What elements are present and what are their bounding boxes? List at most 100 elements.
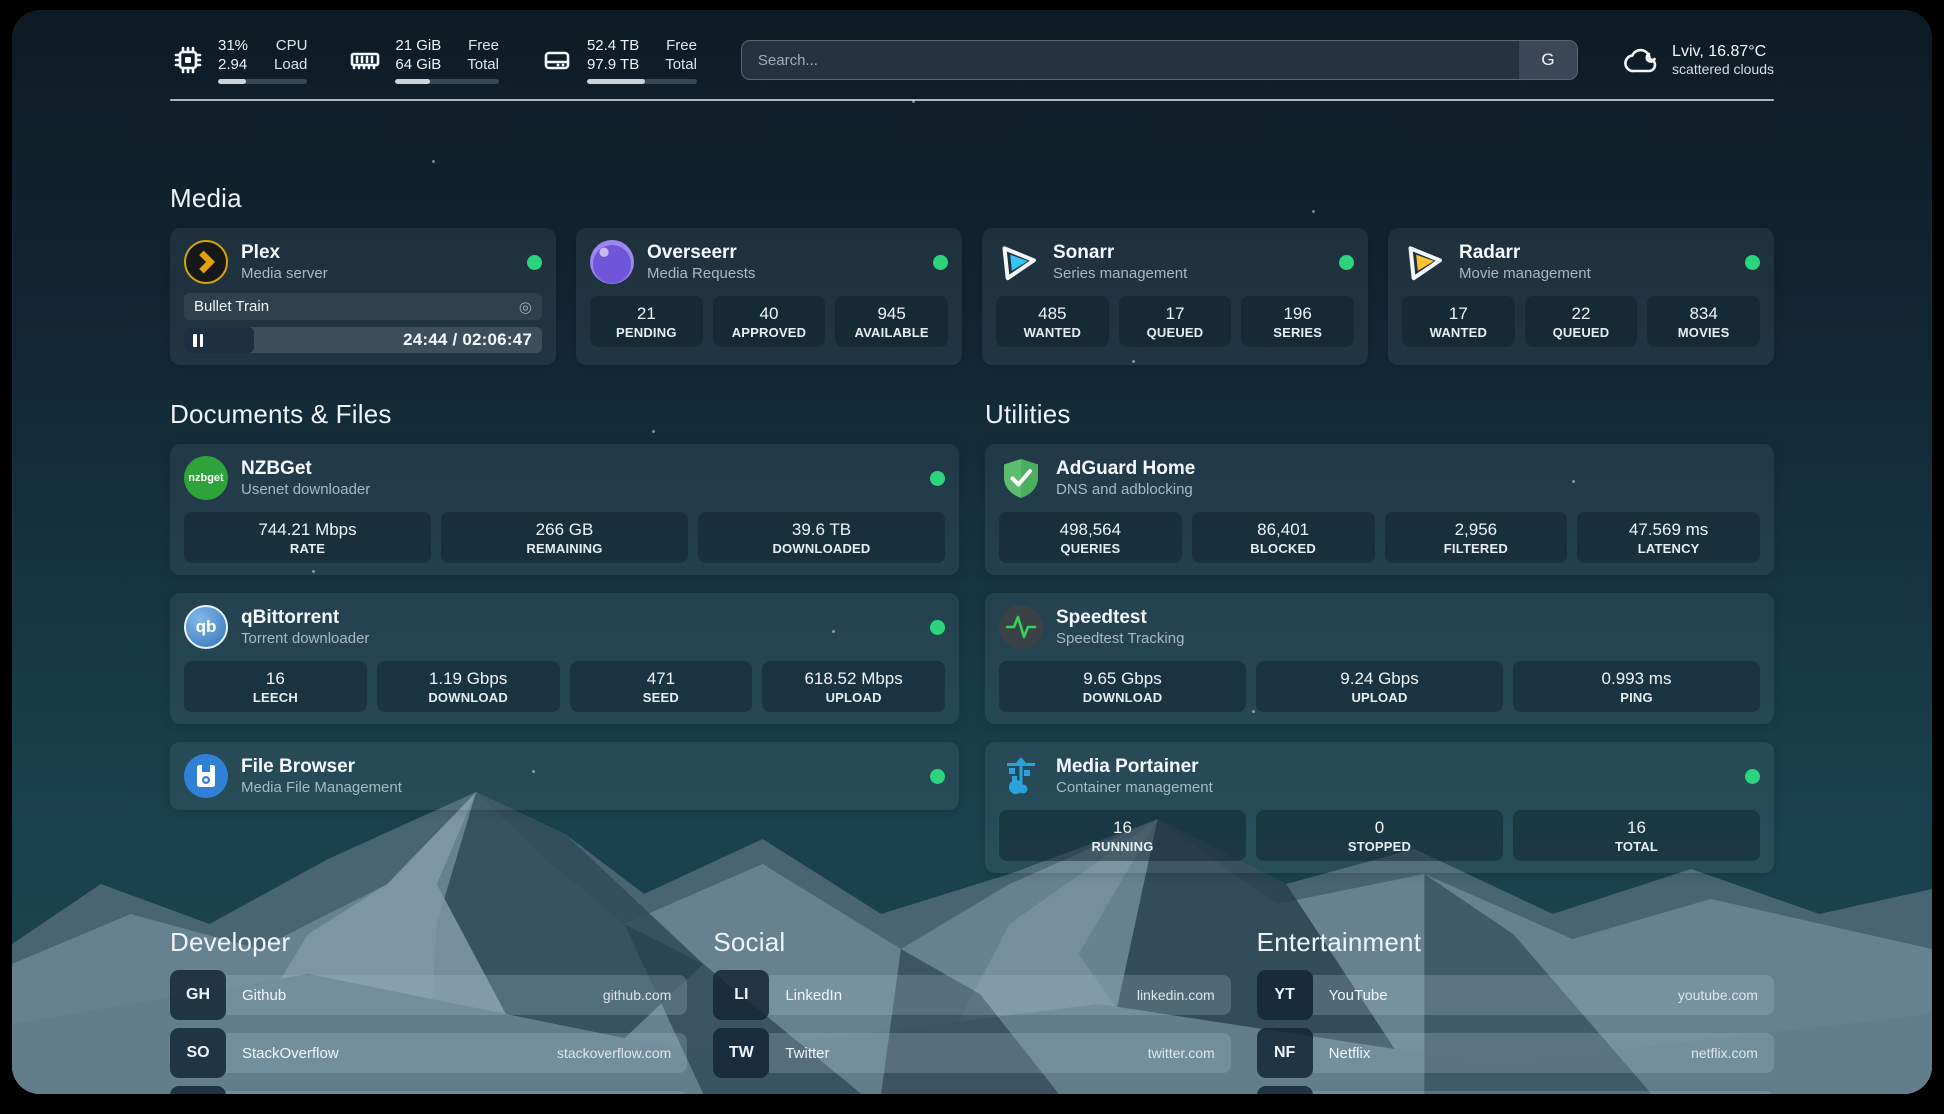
stat-box: 16 LEECH: [184, 661, 367, 712]
service-card-portainer[interactable]: Media Portainer Container management 16 …: [985, 742, 1774, 873]
stat-box: 9.65 Gbps DOWNLOAD: [999, 661, 1246, 712]
stat-box: 86,401 BLOCKED: [1192, 512, 1375, 563]
weather-location-temp: Lviv, 16.87°C: [1672, 43, 1774, 61]
portainer-icon: [999, 754, 1043, 798]
adguard-icon: [999, 456, 1043, 500]
bookmark-reddit[interactable]: RE Reddit reddit.com: [1257, 1086, 1774, 1094]
cpu-icon: [170, 42, 206, 78]
stat-box: 0 STOPPED: [1256, 810, 1503, 861]
cpu-progress-bar: [218, 79, 307, 84]
service-card-speedtest[interactable]: Speedtest Speedtest Tracking 9.65 Gbps D…: [985, 593, 1774, 724]
service-description: Media File Management: [241, 778, 917, 797]
documents-section-title: Documents & Files: [170, 399, 959, 430]
cpu-load-value: 2.94: [218, 55, 248, 74]
stat-box: 471 SEED: [570, 661, 753, 712]
memory-total-value: 64 GiB: [395, 55, 441, 74]
bookmark-domain: github.com: [603, 987, 671, 1003]
service-name: Speedtest: [1056, 606, 1760, 629]
memory-icon: [347, 42, 383, 78]
google-search-button[interactable]: G: [1519, 41, 1577, 79]
service-card-overseerr[interactable]: Overseerr Media Requests 21 PENDING 40 A…: [576, 228, 962, 365]
service-card-plex[interactable]: Plex Media server Bullet Train ◎ 24:44: [170, 228, 556, 365]
sonarr-icon: [996, 240, 1040, 284]
developer-section-title: Developer: [170, 927, 687, 958]
pause-icon[interactable]: [193, 334, 203, 347]
cpu-usage-value: 31%: [218, 36, 248, 55]
service-description: Movie management: [1459, 264, 1732, 283]
stat-box: 618.52 Mbps UPLOAD: [762, 661, 945, 712]
bookmark-twitter[interactable]: TW Twitter twitter.com: [713, 1028, 1230, 1078]
service-description: Series management: [1053, 264, 1326, 283]
bookmark-name: YouTube: [1329, 987, 1678, 1004]
utilities-section-title: Utilities: [985, 399, 1774, 430]
disk-free-value: 52.4 TB: [587, 36, 639, 55]
disk-total-value: 97.9 TB: [587, 55, 639, 74]
service-card-qbittorrent[interactable]: qb qBittorrent Torrent downloader 16 LEE…: [170, 593, 959, 724]
disk-progress-bar: [587, 79, 697, 84]
service-name: Plex: [241, 241, 514, 264]
weather-widget[interactable]: Lviv, 16.87°C scattered clouds: [1622, 43, 1774, 77]
stat-box: 22 QUEUED: [1525, 296, 1638, 347]
service-description: Torrent downloader: [241, 629, 917, 648]
bookmark-group-entertainment: Entertainment YT YouTube youtube.com NF …: [1257, 927, 1774, 1094]
disk-total-label: Total: [665, 55, 697, 74]
service-name: qBittorrent: [241, 606, 917, 629]
service-card-nzbget[interactable]: nzbget NZBGet Usenet downloader 744.21 M…: [170, 444, 959, 575]
bookmark-abbr: LI: [713, 970, 769, 1020]
bookmark-domain: twitter.com: [1148, 1045, 1215, 1061]
disk-icon: [539, 42, 575, 78]
bookmark-youtube[interactable]: YT YouTube youtube.com: [1257, 970, 1774, 1020]
search-input[interactable]: [741, 40, 1578, 80]
stat-box: 9.24 Gbps UPLOAD: [1256, 661, 1503, 712]
stat-box: 0.993 ms PING: [1513, 661, 1760, 712]
bookmark-abbr: DT: [170, 1086, 226, 1094]
bookmark-stackoverflow[interactable]: SO StackOverflow stackoverflow.com: [170, 1028, 687, 1078]
section-documents-files: Documents & Files nzbget NZBGet Usenet d…: [170, 399, 959, 873]
disk-widget: 52.4 TB Free 97.9 TB Total: [539, 36, 697, 84]
stat-box: 21 PENDING: [590, 296, 703, 347]
bookmark-domain: youtube.com: [1678, 987, 1758, 1003]
memory-free-value: 21 GiB: [395, 36, 441, 55]
view-icon[interactable]: ◎: [519, 298, 532, 316]
section-media: Media Plex Media server: [170, 183, 1774, 365]
stat-box: 2,956 FILTERED: [1385, 512, 1568, 563]
cpu-usage-label: CPU: [274, 36, 307, 55]
stat-box: 196 SERIES: [1241, 296, 1354, 347]
memory-progress-bar: [395, 79, 499, 84]
service-card-sonarr[interactable]: Sonarr Series management 485 WANTED 17 Q…: [982, 228, 1368, 365]
overseerr-icon: [590, 240, 634, 284]
social-section-title: Social: [713, 927, 1230, 958]
status-dot: [527, 255, 542, 270]
bookmark-netflix[interactable]: NF Netflix netflix.com: [1257, 1028, 1774, 1078]
service-name: Overseerr: [647, 241, 920, 264]
cpu-widget: 31% CPU 2.94 Load: [170, 36, 307, 84]
stat-box: 945 AVAILABLE: [835, 296, 948, 347]
status-dot: [930, 471, 945, 486]
radarr-icon: [1402, 240, 1446, 284]
bookmark-linkedin[interactable]: LI LinkedIn linkedin.com: [713, 970, 1230, 1020]
nzbget-icon: nzbget: [184, 456, 228, 500]
service-card-filebrowser[interactable]: File Browser Media File Management: [170, 742, 959, 810]
bookmark-name: StackOverflow: [242, 1045, 557, 1062]
service-card-adguard[interactable]: AdGuard Home DNS and adblocking 498,564 …: [985, 444, 1774, 575]
bookmark-abbr: YT: [1257, 970, 1313, 1020]
stat-box: 39.6 TB DOWNLOADED: [698, 512, 945, 563]
resource-widgets: 31% CPU 2.94 Load 21 GiB Free: [170, 36, 697, 84]
stat-box: 17 QUEUED: [1119, 296, 1232, 347]
bookmark-dev[interactable]: DT DEV dev.to: [170, 1086, 687, 1094]
service-card-radarr[interactable]: Radarr Movie management 17 WANTED 22 QUE…: [1388, 228, 1774, 365]
bookmark-abbr: TW: [713, 1028, 769, 1078]
bookmark-abbr: SO: [170, 1028, 226, 1078]
service-description: Usenet downloader: [241, 480, 917, 499]
bookmark-github[interactable]: GH Github github.com: [170, 970, 687, 1020]
stat-box: 16 RUNNING: [999, 810, 1246, 861]
memory-widget: 21 GiB Free 64 GiB Total: [347, 36, 499, 84]
topbar-divider: [170, 99, 1774, 101]
status-dot: [1745, 255, 1760, 270]
service-description: DNS and adblocking: [1056, 480, 1760, 499]
playback-time: 24:44 / 02:06:47: [403, 327, 532, 353]
stat-box: 744.21 Mbps RATE: [184, 512, 431, 563]
memory-free-label: Free: [467, 36, 499, 55]
media-section-title: Media: [170, 183, 1774, 214]
search-bar: G: [741, 40, 1578, 80]
